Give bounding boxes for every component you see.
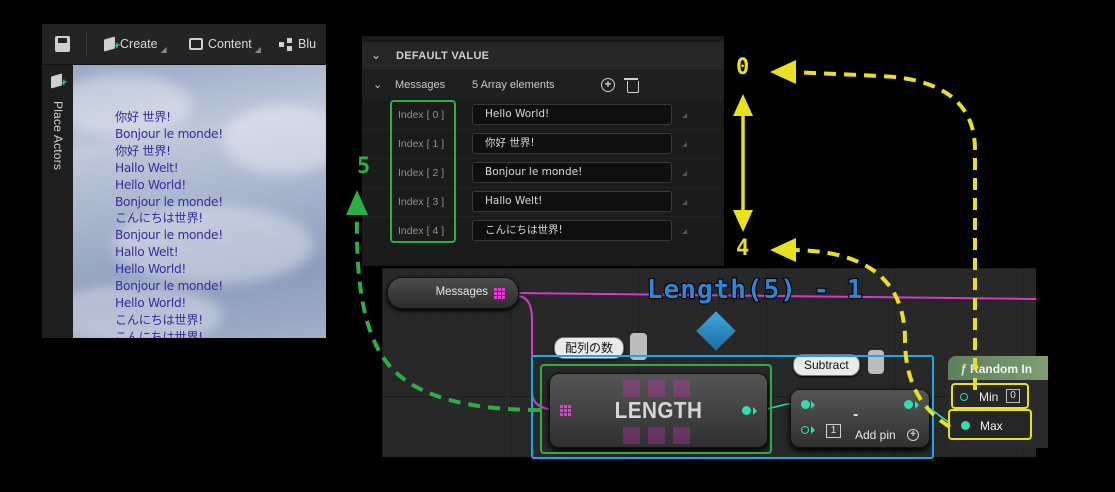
annotation-arrows [346, 60, 977, 429]
zero-annotation: 0 [736, 55, 750, 80]
five-annotation: 5 [357, 154, 371, 179]
four-annotation: 4 [736, 236, 750, 261]
max-to-four-arrow [789, 248, 952, 429]
min-to-zero-arrow [789, 70, 977, 390]
length-to-five-arrow [354, 214, 541, 412]
arrowhead-icon [770, 60, 796, 84]
arrowhead-icon [733, 210, 753, 232]
arrowhead-icon [346, 190, 368, 215]
arrowhead-icon [770, 238, 796, 262]
arrowhead-icon [733, 94, 753, 116]
